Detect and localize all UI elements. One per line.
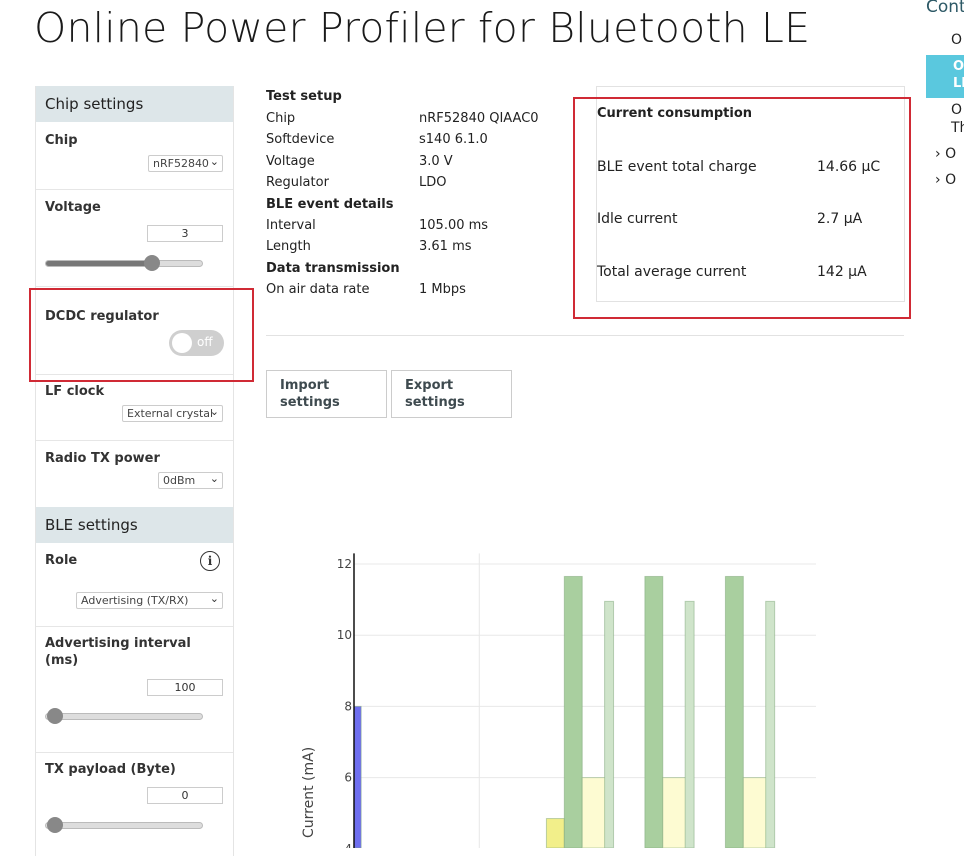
lf-clock-select[interactable]: External crystal ⌄ [122, 405, 223, 422]
chart-bar [563, 575, 583, 848]
import-settings-button[interactable]: Import settings [266, 370, 387, 418]
chip-select[interactable]: nRF52840 ⌄ [148, 155, 223, 172]
chart-bar [604, 600, 615, 848]
toc-active-line2: LE [953, 76, 964, 91]
ts-value: 105.00 ms [419, 218, 489, 233]
adv-interval-input[interactable]: 100 [147, 679, 223, 696]
ts-value: 3.0 V [419, 154, 453, 169]
toc-item-1[interactable]: O [951, 32, 962, 48]
ts-key: Interval [266, 218, 316, 233]
y-axis-label: Current (mA) [301, 747, 317, 838]
chevron-right-icon: › [935, 146, 941, 162]
chip-label: Chip [45, 133, 78, 148]
chip-settings-header: Chip settings [36, 86, 233, 122]
toc-item-active[interactable]: O LE [926, 55, 964, 98]
chevron-down-icon: ⌄ [209, 592, 219, 605]
chart-bar [724, 575, 744, 848]
toc-item-5[interactable]: › O [935, 172, 956, 188]
adv-interval-group: Advertising interval (ms) 100 [36, 626, 233, 753]
ts-key: On air data rate [266, 282, 370, 297]
chart-bar [765, 600, 776, 848]
ble-settings-header: BLE settings [36, 507, 233, 543]
tx-payload-slider[interactable] [45, 817, 203, 833]
divider [266, 335, 904, 336]
voltage-slider[interactable] [45, 255, 203, 271]
adv-interval-label-1: Advertising interval [45, 636, 191, 651]
radio-tx-group: Radio TX power 0dBm ⌄ [36, 440, 233, 507]
chart-bar [353, 705, 362, 848]
radio-tx-label: Radio TX power [45, 451, 160, 466]
y-tick-label: 12 [337, 557, 352, 571]
voltage-group: Voltage 3 [36, 189, 233, 287]
page-title: Online Power Profiler for Bluetooth LE [34, 4, 811, 52]
role-select[interactable]: Advertising (TX/RX) ⌄ [76, 592, 223, 609]
toc-heading: Cont [926, 0, 964, 17]
slider-knob[interactable] [47, 708, 63, 724]
lf-clock-label: LF clock [45, 384, 105, 399]
chevron-down-icon: ⌄ [209, 155, 219, 168]
slider-knob[interactable] [47, 817, 63, 833]
toc-item-3b: Th [951, 120, 964, 136]
tx-payload-input[interactable]: 0 [147, 787, 223, 804]
adv-interval-slider[interactable] [45, 708, 203, 724]
ts-value: 3.61 ms [419, 239, 472, 254]
data-transmission-heading: Data transmission [266, 261, 400, 276]
tx-payload-group: TX payload (Byte) 0 [36, 752, 233, 862]
test-setup-heading: Test setup [266, 89, 342, 104]
ts-value: s140 6.1.0 [419, 132, 488, 147]
chevron-down-icon: ⌄ [209, 405, 219, 418]
current-chart: 12 10 8 6 4 Current (mA) [301, 553, 816, 848]
settings-sidebar: Chip settings Chip nRF52840 ⌄ Voltage 3 D… [35, 86, 234, 856]
chip-group: Chip nRF52840 ⌄ [36, 122, 233, 190]
tx-payload-label: TX payload (Byte) [45, 762, 176, 777]
ts-key: Voltage [266, 154, 315, 169]
adv-interval-label-2: (ms) [45, 653, 79, 668]
ts-key: Regulator [266, 175, 329, 190]
lf-clock-group: LF clock External crystal ⌄ [36, 374, 233, 441]
y-tick-label: 10 [337, 628, 352, 642]
chart-bar [644, 575, 664, 848]
chevron-down-icon: ⌄ [209, 472, 219, 485]
current-highlight-box [573, 97, 911, 319]
toc-active-line1: O [953, 59, 964, 74]
role-label: Role [45, 553, 78, 568]
y-tick-label: 8 [344, 699, 352, 713]
ble-event-heading: BLE event details [266, 197, 394, 212]
voltage-input[interactable]: 3 [147, 225, 223, 242]
ts-key: Softdevice [266, 132, 335, 147]
toc-item-4[interactable]: › O [935, 146, 956, 162]
ts-key: Length [266, 239, 311, 254]
voltage-label: Voltage [45, 200, 101, 215]
info-icon[interactable]: i [200, 551, 220, 571]
export-settings-button[interactable]: Export settings [391, 370, 512, 418]
chevron-right-icon: › [935, 172, 941, 188]
radio-tx-select[interactable]: 0dBm ⌄ [158, 472, 223, 489]
ts-value: 1 Mbps [419, 282, 466, 297]
ts-key: Chip [266, 111, 296, 126]
chart-bar [545, 818, 565, 848]
ts-value: nRF52840 QIAAC0 [419, 111, 539, 126]
chart-bar [684, 600, 695, 848]
y-tick-label: 4 [344, 842, 352, 848]
dcdc-highlight-box [29, 288, 254, 382]
ts-value: LDO [419, 175, 447, 190]
y-tick-label: 6 [344, 771, 352, 785]
toc-item-3[interactable]: O [951, 102, 962, 118]
slider-knob[interactable] [144, 255, 160, 271]
